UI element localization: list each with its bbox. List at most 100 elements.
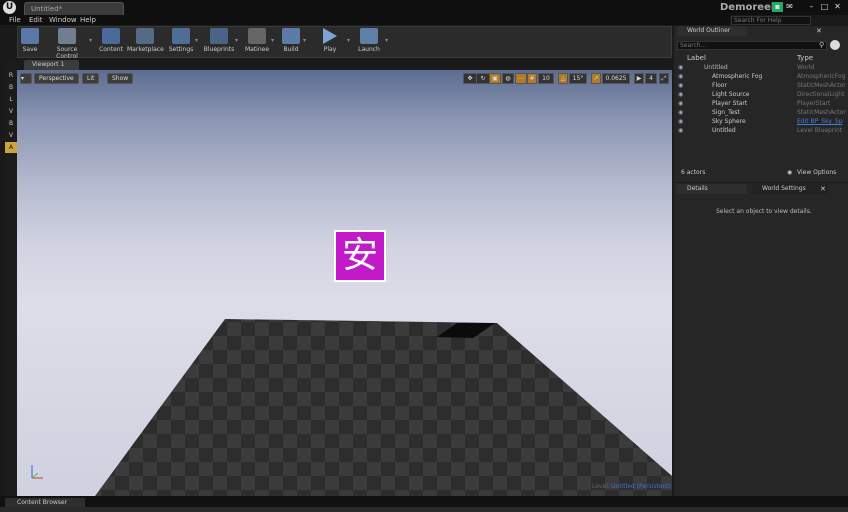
blueprints-button[interactable]: Blueprints [203, 28, 235, 53]
source-control-dropdown-icon[interactable]: ▾ [89, 28, 93, 54]
maximize-button[interactable]: □ [819, 2, 830, 12]
menu-window[interactable]: Window [49, 16, 77, 24]
mode-tab-5[interactable]: B [5, 118, 17, 129]
settings-icon [172, 28, 190, 44]
world-outliner-tab[interactable]: World Outliner [677, 26, 747, 36]
visibility-icon[interactable]: ◉ [678, 81, 683, 90]
feedback-icon[interactable]: ✉ [784, 2, 795, 12]
mode-tab-6[interactable]: V [5, 130, 17, 141]
minimize-button[interactable]: – [806, 2, 817, 12]
surface-snap-icon[interactable]: ⋯ [515, 73, 527, 84]
perspective-button[interactable]: Perspective [34, 73, 79, 84]
outliner-col-label[interactable]: Label [687, 54, 706, 62]
build-button[interactable]: Build [280, 28, 302, 53]
world-settings-close-icon[interactable]: ✕ [820, 185, 826, 193]
level-viewport[interactable] [17, 70, 672, 496]
floor-mesh [95, 319, 672, 496]
play-dropdown-icon[interactable]: ▾ [347, 28, 351, 54]
world-settings-tab[interactable]: World Settings [752, 184, 828, 194]
matinee-label: Matinee [244, 46, 270, 53]
translate-tool-icon[interactable]: ✥ [463, 73, 477, 84]
visibility-icon[interactable]: ◉ [678, 117, 683, 126]
build-dropdown-icon[interactable]: ▾ [303, 28, 307, 54]
help-search-input[interactable]: Search For Help [731, 16, 811, 25]
content-icon [102, 28, 120, 44]
camera-speed-value[interactable]: 4 [645, 73, 657, 84]
outliner-row-label: Floor [712, 82, 727, 89]
mode-tab-3[interactable]: L [5, 94, 17, 105]
visibility-icon[interactable]: ◉ [678, 126, 683, 135]
settings-dropdown-icon[interactable]: ▾ [195, 28, 199, 54]
grid-snap-value[interactable]: 10 [538, 73, 554, 84]
outliner-col-type[interactable]: Type [797, 54, 813, 62]
marketplace-icon [136, 28, 154, 44]
play-button[interactable]: Play [318, 28, 342, 53]
world-space-icon[interactable]: ◍ [502, 73, 514, 84]
scale-tool-icon[interactable]: ▣ [489, 73, 501, 84]
menu-file[interactable]: File [9, 16, 21, 24]
outliner-row[interactable]: ◉ Player Start PlayerStart [676, 99, 846, 108]
mode-tab-1[interactable]: R [5, 70, 17, 81]
settings-button[interactable]: Settings [168, 28, 194, 53]
save-icon [21, 28, 39, 44]
outliner-row[interactable]: ◉ Untitled Level Blueprint [676, 126, 846, 135]
rotate-tool-icon[interactable]: ↻ [476, 73, 490, 84]
marketplace-label: Marketplace [127, 46, 164, 53]
outliner-row[interactable]: ◉ Atmospheric Fog AtmosphericFog [676, 72, 846, 81]
mode-tab-2[interactable]: B [5, 82, 17, 93]
source-control-button[interactable]: Source Control [45, 28, 89, 60]
show-button[interactable]: Show [107, 73, 134, 84]
menu-help[interactable]: Help [80, 16, 96, 24]
marketplace-button[interactable]: Marketplace [127, 28, 164, 53]
outliner-row-type: StaticMeshActor [797, 109, 846, 116]
blueprints-icon [210, 28, 228, 44]
outliner-row[interactable]: ◉ Sign_Test StaticMeshActor [676, 108, 846, 117]
details-empty-message: Select an object to view details. [716, 208, 812, 215]
launch-button[interactable]: Launch [356, 28, 382, 53]
sign-test-actor[interactable]: 安 [334, 230, 386, 282]
outliner-row[interactable]: ◉ Untitled World [676, 63, 846, 72]
mode-tab-7[interactable]: A [5, 142, 17, 153]
outliner-row-label: Atmospheric Fog [712, 73, 763, 80]
viewport-options-icon[interactable]: ▾ [20, 73, 32, 84]
rotation-snap-value[interactable]: 15° [569, 73, 587, 84]
panel-close-icon[interactable]: ✕ [816, 27, 826, 36]
grid-snap-icon[interactable]: # [527, 73, 537, 84]
visibility-icon[interactable]: ◉ [678, 108, 683, 117]
close-button[interactable]: ✕ [832, 2, 843, 12]
notification-icon[interactable]: ▪ [772, 2, 783, 12]
visibility-icon[interactable]: ◉ [678, 99, 683, 108]
camera-speed-icon[interactable]: ▶ [634, 73, 644, 84]
mode-tab-4[interactable]: V [5, 106, 17, 117]
outliner-row[interactable]: ◉ Floor StaticMeshActor [676, 81, 846, 90]
lit-button[interactable]: Lit [82, 73, 100, 84]
content-button[interactable]: Content [98, 28, 124, 53]
outliner-row-type: AtmosphericFog [797, 73, 846, 80]
scale-snap-value[interactable]: 0.0625 [602, 73, 630, 84]
scale-snap-icon[interactable]: ↗ [591, 73, 601, 84]
menu-edit[interactable]: Edit [29, 16, 43, 24]
visibility-icon[interactable]: ◉ [678, 63, 683, 72]
visibility-icon[interactable]: ◉ [678, 72, 683, 81]
view-options-button[interactable]: View Options [797, 169, 836, 176]
matinee-dropdown-icon[interactable]: ▾ [271, 28, 275, 54]
maximize-viewport-icon[interactable]: ⤢ [659, 73, 669, 84]
matinee-button[interactable]: Matinee [243, 28, 271, 53]
document-tab[interactable]: Untitled* [24, 2, 124, 15]
save-button[interactable]: Save [19, 28, 41, 53]
level-name: Untitled (Persistent) [611, 483, 672, 490]
visibility-icon[interactable]: ◉ [678, 90, 683, 99]
source-control-icon [58, 28, 76, 44]
edit-blueprint-link[interactable]: Edit BP_Sky_Sp [797, 117, 843, 126]
outliner-row[interactable]: ◉ Light Source DirectionalLight [676, 90, 846, 99]
outliner-row[interactable]: ◉ Sky Sphere Edit BP_Sky_Sp [676, 117, 846, 126]
blueprints-dropdown-icon[interactable]: ▾ [235, 28, 239, 54]
viewport-tab[interactable]: Viewport 1 [24, 60, 79, 70]
rotation-snap-icon[interactable]: △ [558, 73, 568, 84]
build-label: Build [283, 46, 299, 53]
outliner-search-input[interactable]: Search... [677, 41, 827, 50]
launch-dropdown-icon[interactable]: ▾ [385, 28, 389, 54]
add-filter-icon[interactable] [830, 40, 840, 50]
details-tab[interactable]: Details [677, 184, 747, 194]
project-name: Demoreel [720, 2, 775, 13]
